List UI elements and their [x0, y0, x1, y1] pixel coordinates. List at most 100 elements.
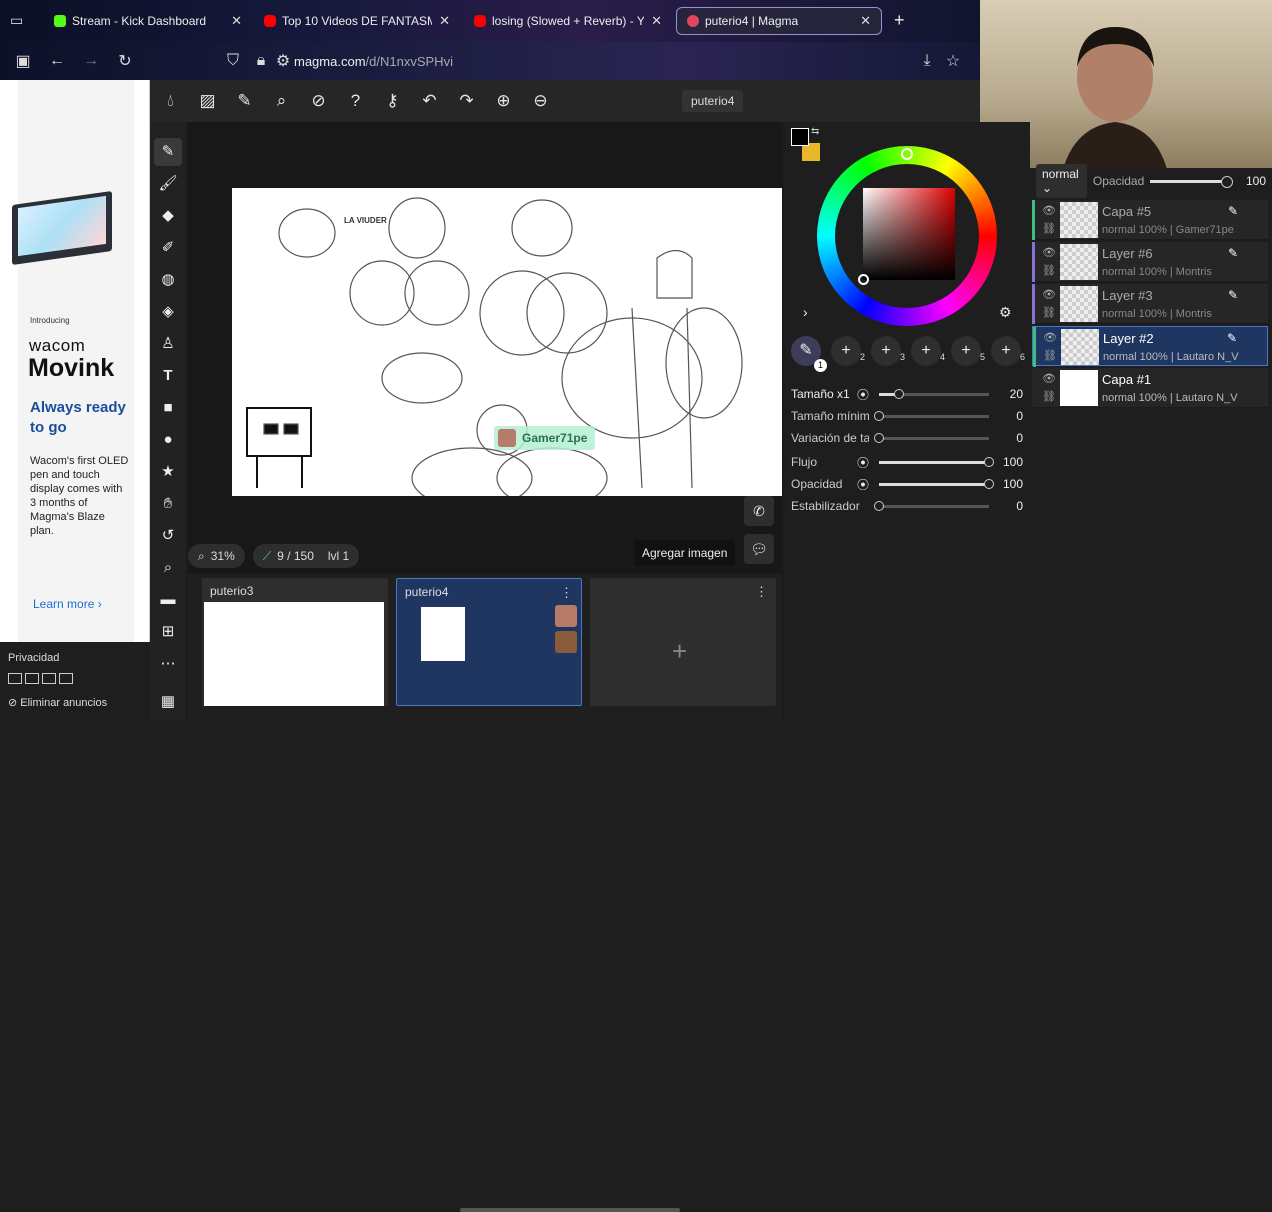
- smudge-tool-icon[interactable]: ✐: [150, 234, 186, 262]
- ellipse-tool-icon[interactable]: ●: [150, 426, 186, 454]
- swap-colors-icon[interactable]: ⇆: [811, 126, 819, 137]
- zoom-tool-icon[interactable]: ⌕: [150, 554, 186, 582]
- property-slider[interactable]: [879, 389, 989, 399]
- tab-overview-icon[interactable]: ▭: [10, 12, 23, 29]
- slider-handle[interactable]: [984, 479, 994, 489]
- redo-icon[interactable]: ↷: [448, 91, 485, 111]
- add-image-plus-icon[interactable]: +: [672, 636, 687, 667]
- slider-handle[interactable]: [874, 501, 884, 511]
- expand-chevron-icon[interactable]: ›: [803, 304, 808, 320]
- layer-row[interactable]: 👁︎ ⛓︎ Layer #3 normal 100% | Montris ✎: [1032, 284, 1268, 324]
- tab-youtube-losing[interactable]: losing (Slowed + Reverb) - You ✕: [464, 7, 672, 35]
- brush-slot-2[interactable]: +2: [831, 336, 865, 366]
- fill-tool-icon[interactable]: ◈: [150, 298, 186, 326]
- property-slider[interactable]: [879, 479, 994, 489]
- pressure-link-icon[interactable]: ⦿: [857, 386, 869, 403]
- pencil-tool-icon[interactable]: ✎: [154, 138, 182, 166]
- lock-icon[interactable]: ⛓︎: [1042, 222, 1056, 235]
- horizontal-scrollbar[interactable]: [460, 1208, 680, 1212]
- more-options-icon[interactable]: ⋮: [560, 585, 573, 601]
- layout-icon[interactable]: [25, 673, 39, 684]
- more-options-icon[interactable]: ⋮: [755, 584, 768, 600]
- layout-icon[interactable]: [8, 673, 22, 684]
- blend-mode-select[interactable]: normal ⌄: [1036, 164, 1087, 198]
- close-icon[interactable]: ✕: [860, 13, 871, 29]
- pressure-link-icon[interactable]: ⦿: [857, 454, 869, 471]
- close-icon[interactable]: ✕: [651, 13, 662, 29]
- lasso-tool-icon[interactable]: ◍: [150, 266, 186, 294]
- new-tab-button[interactable]: +: [894, 10, 905, 31]
- visibility-eye-icon[interactable]: 👁︎: [1042, 288, 1056, 301]
- brush-tool-icon[interactable]: 🖌︎: [150, 170, 186, 198]
- lock-icon[interactable]: ⛓︎: [1042, 306, 1056, 319]
- close-icon[interactable]: ✕: [231, 13, 242, 29]
- lock-icon[interactable]: ⛓︎: [1042, 264, 1056, 277]
- property-slider[interactable]: [874, 411, 989, 421]
- layer-row[interactable]: 👁︎ ⛓︎ Capa #5 normal 100% | Gamer71pe ✎: [1032, 200, 1268, 240]
- gallery-tool-icon[interactable]: ⊞: [150, 618, 186, 646]
- bookmark-star-icon[interactable]: ☆: [936, 51, 970, 71]
- layer-row[interactable]: 👁︎ ⛓︎ Layer #2 normal 100% | Lautaro N_V ✎: [1032, 326, 1268, 367]
- canvas-viewport[interactable]: LA VIUDER Gamer71pe: [188, 122, 782, 582]
- property-slider[interactable]: [874, 433, 989, 443]
- more-tools-icon[interactable]: ⋯: [150, 650, 186, 678]
- document-name[interactable]: puterio4: [682, 90, 744, 112]
- magma-logo-icon[interactable]: 💧︎: [152, 91, 189, 111]
- eraser-tool-icon[interactable]: ◆: [150, 202, 186, 230]
- image-icon[interactable]: ▨: [189, 91, 226, 111]
- level-indicator[interactable]: ⟋ 9 / 150 lvl 1: [252, 544, 360, 568]
- remove-ads-link[interactable]: ⊘ Eliminar anuncios: [8, 696, 107, 709]
- layer-opacity-slider[interactable]: [1150, 175, 1233, 188]
- slider-handle[interactable]: [874, 433, 884, 443]
- brush-slot-1[interactable]: ✎ 1: [791, 336, 827, 372]
- zoom-out-icon[interactable]: ⊖: [522, 91, 559, 111]
- hue-handle[interactable]: [901, 148, 913, 160]
- shape-tool-icon[interactable]: ★: [150, 458, 186, 486]
- shield-icon[interactable]: ⛉: [216, 52, 250, 70]
- brush-slot-5[interactable]: +5: [951, 336, 985, 366]
- hand-tool-icon[interactable]: ✋︎: [150, 490, 186, 518]
- chat-bubble-icon[interactable]: 💬︎: [744, 534, 774, 564]
- stamp-tool-icon[interactable]: ♙: [150, 330, 186, 358]
- ad-learn-more-link[interactable]: Learn more ›: [33, 597, 102, 611]
- back-icon[interactable]: ←: [40, 52, 74, 70]
- zoom-in-icon[interactable]: ⊕: [485, 91, 522, 111]
- thumbnail-puterio3[interactable]: puterio3: [202, 578, 388, 706]
- key-icon[interactable]: ⚷: [374, 91, 411, 111]
- layer-row[interactable]: 👁︎ ⛓︎ Layer #6 normal 100% | Montris ✎: [1032, 242, 1268, 282]
- reload-icon[interactable]: ↻: [108, 51, 142, 71]
- saturation-value-picker[interactable]: [863, 188, 955, 280]
- rectangle-tool-icon[interactable]: ■: [150, 394, 186, 422]
- filmstrip-icon[interactable]: ▦: [150, 688, 186, 716]
- layout-icon[interactable]: [42, 673, 56, 684]
- visibility-eye-icon[interactable]: 👁︎: [1042, 204, 1056, 217]
- property-slider[interactable]: [874, 501, 989, 511]
- lock-icon[interactable]: ⛓︎: [1043, 349, 1057, 362]
- thumbnail-puterio4[interactable]: puterio4 ⋮: [396, 578, 582, 706]
- voice-call-icon[interactable]: ✆: [744, 496, 774, 526]
- layout-icon[interactable]: [59, 673, 73, 684]
- eraser-icon[interactable]: ⊘: [300, 91, 337, 111]
- help-icon[interactable]: ?: [337, 91, 374, 111]
- tab-magma[interactable]: puterio4 | Magma ✕: [676, 7, 882, 35]
- primary-color-swatch[interactable]: [791, 128, 809, 146]
- color-handle[interactable]: [858, 274, 869, 285]
- visibility-eye-icon[interactable]: 👁︎: [1042, 246, 1056, 259]
- permissions-icon[interactable]: ⚙: [272, 51, 294, 71]
- property-slider[interactable]: [879, 457, 994, 467]
- brush-slot-3[interactable]: +3: [871, 336, 905, 366]
- close-icon[interactable]: ✕: [439, 13, 450, 29]
- undo-icon[interactable]: ↶: [411, 91, 448, 111]
- brush-slot-6[interactable]: +6: [991, 336, 1025, 366]
- sidebar-ad[interactable]: Introducing wacom Movink Always ready to…: [0, 80, 150, 642]
- slider-handle[interactable]: [874, 411, 884, 421]
- chat-tool-icon[interactable]: ▬: [150, 586, 186, 614]
- pressure-link-icon[interactable]: ⦿: [857, 476, 869, 493]
- visibility-eye-icon[interactable]: 👁︎: [1042, 372, 1056, 385]
- lock-icon[interactable]: ⛓︎: [1042, 390, 1056, 403]
- slider-handle[interactable]: [893, 389, 904, 399]
- sidebar-toggle-icon[interactable]: ▣: [6, 51, 40, 71]
- pencil-icon[interactable]: ✎: [226, 91, 263, 111]
- add-document-slot[interactable]: ⋮ +: [590, 578, 776, 706]
- search-icon[interactable]: ⌕: [263, 91, 300, 111]
